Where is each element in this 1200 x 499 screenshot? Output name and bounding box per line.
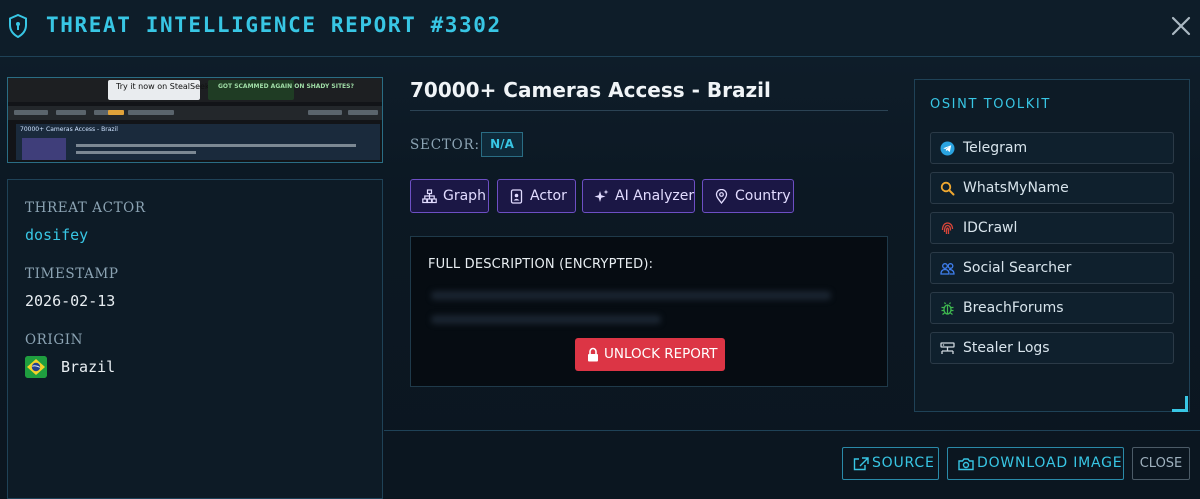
toolkit-item-social-searcher[interactable]: Social Searcher: [930, 252, 1174, 284]
timestamp-label: TIMESTAMP: [25, 266, 119, 282]
toolkit-item-whatsmyname[interactable]: WhatsMyName: [930, 172, 1174, 204]
toolkit-title: OSINT TOOLKIT: [930, 97, 1051, 112]
preview-post-title: 70000+ Cameras Access - Brazil: [20, 126, 118, 133]
toolkit-item-label: Telegram: [963, 140, 1028, 156]
graph-button[interactable]: Graph: [410, 179, 489, 213]
close-button[interactable]: CLOSE: [1132, 447, 1190, 480]
fingerprint-icon: [941, 222, 954, 235]
evidence-screenshot[interactable]: Try it now on StealSeek.io GOT SCAMMED A…: [7, 77, 383, 163]
threat-report-modal: THREAT INTELLIGENCE REPORT #3302 Try it …: [0, 0, 1200, 499]
sector-badge: N/A: [481, 132, 523, 157]
encrypted-description-panel: FULL DESCRIPTION (ENCRYPTED): UNLOCK REP…: [410, 236, 888, 387]
preview-text-line: [76, 151, 196, 154]
actor-button[interactable]: Actor: [497, 179, 576, 213]
toolkit-item-stealer-logs[interactable]: Stealer Logs: [930, 332, 1174, 364]
footer-divider: [384, 430, 1200, 431]
lock-icon: [588, 347, 598, 362]
toolkit-item-telegram[interactable]: Telegram: [930, 132, 1174, 164]
preview-text-line: [76, 144, 356, 147]
osint-toolkit-panel: OSINT TOOLKIT Telegram WhatsMyName IDCra…: [914, 79, 1190, 412]
sparkles-icon: [594, 189, 609, 202]
external-link-icon: [853, 457, 869, 471]
preview-ad2-text: GOT SCAMMED AGAIN ON SHADY SITES?: [218, 83, 354, 90]
country-button-label: Country: [735, 188, 791, 204]
toolkit-item-label: BreachForums: [963, 300, 1064, 316]
camera-icon: [958, 458, 974, 471]
close-icon[interactable]: [1170, 15, 1192, 37]
sector-label: SECTOR:: [410, 137, 480, 153]
threat-actor-label: THREAT ACTOR: [25, 200, 146, 216]
preview-nav: [8, 106, 382, 120]
ai-analyzer-button[interactable]: AI Analyzer: [582, 179, 695, 213]
toolkit-item-label: WhatsMyName: [963, 180, 1069, 196]
threat-actor-value[interactable]: dosifey: [25, 226, 88, 244]
preview-avatar: [22, 138, 66, 160]
country-button[interactable]: Country: [702, 179, 794, 213]
download-image-button[interactable]: DOWNLOAD IMAGE: [947, 447, 1124, 480]
brazil-flag-icon: [25, 356, 47, 378]
description-label: FULL DESCRIPTION (ENCRYPTED):: [428, 257, 654, 272]
toolkit-item-breachforums[interactable]: BreachForums: [930, 292, 1174, 324]
download-image-label: DOWNLOAD IMAGE: [977, 455, 1123, 471]
actor-button-label: Actor: [530, 188, 567, 204]
search-icon: [940, 181, 955, 196]
preview-ad-banner-2: GOT SCAMMED AGAIN ON SHADY SITES?: [208, 80, 354, 100]
toolkit-item-label: IDCrawl: [963, 220, 1018, 236]
users-icon: [940, 263, 955, 275]
resize-corner: [1172, 396, 1188, 412]
preview-post: 70000+ Cameras Access - Brazil: [16, 124, 380, 160]
graph-button-label: Graph: [443, 188, 486, 204]
preview-ad-banner: Try it now on StealSeek.io: [108, 80, 219, 100]
id-badge-icon: [510, 189, 523, 204]
location-pin-icon: [715, 189, 728, 204]
source-button[interactable]: SOURCE: [842, 447, 939, 480]
source-button-label: SOURCE: [872, 455, 935, 471]
modal-header: THREAT INTELLIGENCE REPORT #3302: [0, 0, 1200, 57]
toolkit-item-label: Social Searcher: [963, 260, 1072, 276]
origin-value: Brazil: [61, 358, 116, 376]
server-icon: [940, 342, 955, 354]
report-title: 70000+ Cameras Access - Brazil: [410, 78, 888, 111]
threat-details-card: THREAT ACTOR dosifey TIMESTAMP 2026-02-1…: [7, 179, 383, 499]
blurred-text: [431, 291, 831, 300]
blurred-text: [431, 315, 661, 324]
bug-icon: [941, 302, 954, 315]
shield-icon: [9, 14, 27, 38]
origin-label: ORIGIN: [25, 332, 84, 348]
preview-ad-text: Try it now on StealSeek.io: [116, 82, 220, 91]
telegram-icon: [940, 141, 955, 156]
graph-icon: [422, 189, 437, 204]
unlock-report-label: UNLOCK REPORT: [604, 346, 718, 362]
modal-title: THREAT INTELLIGENCE REPORT #3302: [46, 13, 502, 37]
toolkit-item-idcrawl[interactable]: IDCrawl: [930, 212, 1174, 244]
timestamp-value: 2026-02-13: [25, 292, 116, 310]
unlock-report-button[interactable]: UNLOCK REPORT: [575, 338, 725, 371]
toolkit-item-label: Stealer Logs: [963, 340, 1050, 356]
ai-analyzer-button-label: AI Analyzer: [615, 188, 695, 204]
preview-topbar: Try it now on StealSeek.io GOT SCAMMED A…: [8, 78, 382, 102]
